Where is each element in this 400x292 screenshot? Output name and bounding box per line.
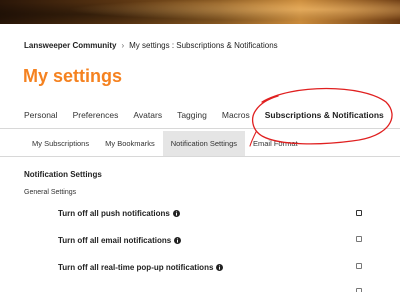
settings-subtabs: My Subscriptions My Bookmarks Notificati…	[24, 131, 306, 157]
setting-popup-notifications: Turn off all real-time pop-up notificati…	[58, 263, 224, 272]
partial-row-checkbox[interactable]	[356, 288, 362, 292]
setting-email-notifications: Turn off all email notifications	[58, 236, 182, 245]
breadcrumb-root-link[interactable]: Lansweeper Community	[24, 41, 116, 50]
setting-label: Turn off all email notifications	[58, 236, 172, 245]
info-icon[interactable]	[216, 264, 224, 271]
subtab-my-bookmarks[interactable]: My Bookmarks	[97, 131, 163, 157]
subtab-notification-settings[interactable]: Notification Settings	[162, 131, 245, 157]
email-notifications-checkbox[interactable]	[356, 236, 362, 242]
info-icon[interactable]	[174, 237, 182, 244]
push-notifications-checkbox[interactable]	[356, 210, 362, 216]
settings-tabs: Personal Preferences Avatars Tagging Mac…	[24, 110, 399, 120]
subtabs-divider	[0, 156, 400, 157]
page-title: My settings	[23, 66, 123, 86]
setting-push-notifications: Turn off all push notifications	[58, 209, 180, 218]
tab-preferences[interactable]: Preferences	[73, 110, 119, 120]
community-header-banner	[0, 0, 400, 24]
tab-subscriptions-notifications[interactable]: Subscriptions & Notifications	[265, 110, 384, 120]
subtab-email-format[interactable]: Email Format	[245, 131, 306, 157]
breadcrumb: Lansweeper Community › My settings : Sub…	[24, 41, 278, 50]
tab-macros[interactable]: Macros	[222, 110, 250, 120]
chevron-right-icon: ›	[121, 41, 125, 50]
subtab-my-subscriptions[interactable]: My Subscriptions	[24, 131, 97, 157]
setting-label: Turn off all push notifications	[58, 209, 170, 218]
section-heading: Notification Settings	[24, 170, 102, 179]
tab-personal[interactable]: Personal	[24, 110, 58, 120]
info-icon[interactable]	[172, 210, 180, 217]
tab-tagging[interactable]: Tagging	[177, 110, 207, 120]
breadcrumb-current: My settings : Subscriptions & Notificati…	[129, 41, 278, 50]
section-subheading: General Settings	[24, 189, 77, 196]
setting-label: Turn off all real-time pop-up notificati…	[58, 263, 214, 272]
popup-notifications-checkbox[interactable]	[356, 263, 362, 269]
tabs-divider	[0, 128, 400, 129]
tab-avatars[interactable]: Avatars	[133, 110, 162, 120]
